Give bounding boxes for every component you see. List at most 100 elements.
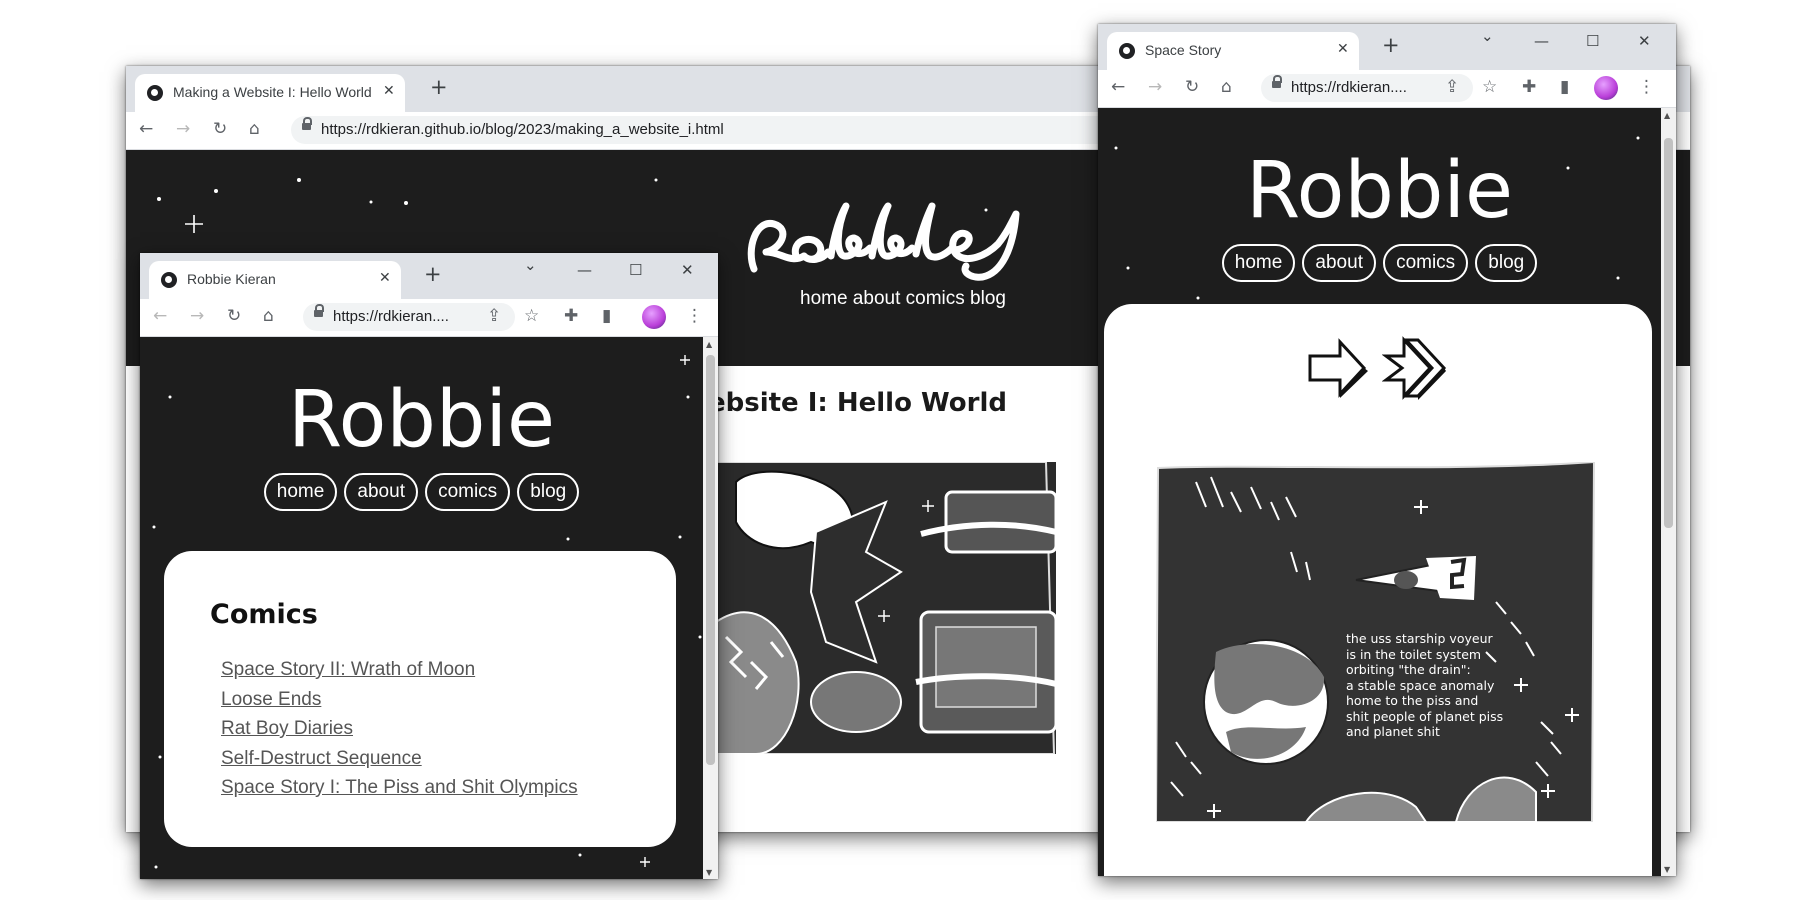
caption-line: is in the toilet system [1346, 646, 1482, 662]
tab-strip: Space Story ✕ + ⌄ — ☐ ✕ [1098, 24, 1676, 70]
address-url: https://rdkieran.github.io/blog/2023/mak… [321, 121, 724, 138]
nav-about-button[interactable]: about [344, 473, 418, 511]
bookmark-star-icon[interactable]: ☆ [524, 306, 539, 326]
tab-title: Robbie Kieran [187, 271, 276, 287]
browser-window-home: Robbie Kieran ✕ + ⌄ — ☐ ✕ ← → ↻ ⌂ https:… [140, 253, 718, 879]
site-nav: home about comics blog [1098, 244, 1661, 282]
extensions-icon[interactable]: ✚ [1522, 77, 1536, 97]
minimize-icon[interactable]: — [577, 261, 592, 279]
nav-blog-button[interactable]: blog [517, 473, 580, 511]
browser-window-space-story: Space Story ✕ + ⌄ — ☐ ✕ ← → ↻ ⌂ https://… [1098, 24, 1676, 876]
side-panel-icon[interactable]: ▮ [602, 306, 611, 326]
tab-title: Space Story [1145, 42, 1222, 58]
nav-home-button[interactable]: home [263, 473, 338, 511]
page-viewport: Robbie home about comics blog Comics Spa… [140, 337, 703, 879]
tab-close-icon[interactable]: ✕ [379, 270, 391, 286]
comic-link[interactable]: Loose Ends [221, 685, 578, 715]
scrollbar[interactable]: ▲ ▼ [1661, 108, 1676, 876]
home-icon[interactable]: ⌂ [1221, 77, 1232, 97]
comic-link[interactable]: Space Story II: Wrath of Moon [221, 655, 578, 685]
scroll-down-arrow-icon[interactable]: ▼ [706, 868, 712, 877]
address-bar[interactable]: https://rdkieran.... [1261, 74, 1473, 102]
nav-comics-button[interactable]: comics [425, 473, 511, 511]
nav-comics-button[interactable]: comics [1383, 244, 1469, 282]
page-viewport: Robbie home about comics blog the uss st… [1098, 108, 1661, 876]
caption-line: the uss starship voyeur [1346, 631, 1493, 646]
comics-list: Space Story II: Wrath of Moon Loose Ends… [221, 655, 578, 803]
scroll-down-arrow-icon[interactable]: ▼ [1664, 865, 1670, 874]
site-favicon-icon [1119, 43, 1135, 59]
minimize-icon[interactable]: — [1534, 32, 1549, 50]
back-icon[interactable]: ← [139, 119, 153, 139]
nav-blog-button[interactable]: blog [1475, 244, 1538, 282]
menu-icon[interactable]: ⋮ [686, 306, 703, 326]
share-icon[interactable]: ⇪ [1445, 77, 1459, 97]
next-page-arrow-icon[interactable] [1306, 336, 1370, 402]
post-title: ebsite I: Hello World [708, 388, 1007, 418]
reload-icon[interactable]: ↻ [213, 119, 227, 139]
site-favicon-icon [147, 85, 163, 101]
back-icon[interactable]: ← [1111, 77, 1125, 97]
maximize-icon[interactable]: ☐ [1586, 32, 1599, 50]
robbie-handwritten-logo [747, 202, 1020, 281]
site-title: Robbie [1245, 146, 1514, 236]
forward-icon[interactable]: → [176, 119, 190, 139]
address-url: https://rdkieran.... [333, 308, 449, 325]
extensions-icon[interactable]: ✚ [564, 306, 578, 326]
maximize-icon[interactable]: ☐ [629, 261, 642, 279]
caption-line: shit people of planet piss [1346, 708, 1504, 724]
last-page-double-arrow-icon[interactable] [1382, 336, 1448, 402]
tab-search-chevron-icon[interactable]: ⌄ [1481, 27, 1494, 45]
tab-strip: Robbie Kieran ✕ + ⌄ — ☐ ✕ [140, 253, 718, 299]
new-tab-button[interactable]: + [424, 264, 442, 285]
blog-nav[interactable]: home about comics blog [800, 288, 1006, 310]
bookmark-star-icon[interactable]: ☆ [1482, 77, 1497, 97]
comics-heading: Comics [210, 599, 318, 630]
caption-line: and planet shit [1346, 724, 1440, 739]
site-favicon-icon [161, 272, 177, 288]
comics-card: Comics Space Story II: Wrath of Moon Loo… [164, 551, 676, 847]
tab-blog-post[interactable]: Making a Website I: Hello World ✕ [135, 74, 405, 112]
close-window-icon[interactable]: ✕ [1638, 32, 1651, 50]
tab-close-icon[interactable]: ✕ [383, 83, 395, 99]
scrollbar-thumb[interactable] [1664, 138, 1673, 528]
comic-link[interactable]: Rat Boy Diaries [221, 714, 578, 744]
comic-link[interactable]: Space Story I: The Piss and Shit Olympic… [221, 773, 578, 803]
tab-space-story[interactable]: Space Story ✕ [1107, 32, 1359, 70]
close-window-icon[interactable]: ✕ [681, 261, 694, 279]
browser-toolbar: ← → ↻ ⌂ https://rdkieran.... ⇪ ☆ ✚ ▮ ⋮ [140, 299, 718, 337]
tab-search-chevron-icon[interactable]: ⌄ [524, 256, 537, 274]
reload-icon[interactable]: ↻ [1185, 77, 1199, 97]
share-icon[interactable]: ⇪ [487, 306, 501, 326]
address-bar[interactable]: https://rdkieran.... [303, 303, 515, 331]
home-icon[interactable]: ⌂ [263, 306, 274, 326]
reload-icon[interactable]: ↻ [227, 306, 241, 326]
tab-robbie-kieran[interactable]: Robbie Kieran ✕ [149, 261, 401, 299]
tab-close-icon[interactable]: ✕ [1337, 41, 1349, 57]
scroll-up-arrow-icon[interactable]: ▲ [1664, 111, 1670, 120]
lock-icon [314, 304, 324, 317]
forward-icon[interactable]: → [190, 306, 204, 326]
caption-line: home to the piss and [1346, 693, 1479, 708]
nav-about-button[interactable]: about [1302, 244, 1376, 282]
comic-card: the uss starship voyeur is in the toilet… [1104, 304, 1652, 876]
profile-avatar[interactable] [1594, 76, 1618, 100]
comic-caption: the uss starship voyeur is in the toilet… [1346, 631, 1503, 740]
lock-icon [302, 117, 312, 130]
profile-avatar[interactable] [642, 305, 666, 329]
new-tab-button[interactable]: + [430, 77, 448, 98]
nav-home-button[interactable]: home [1221, 244, 1296, 282]
scroll-up-arrow-icon[interactable]: ▲ [706, 340, 712, 349]
back-icon[interactable]: ← [153, 306, 167, 326]
scrollbar-thumb[interactable] [706, 355, 715, 765]
comic-link[interactable]: Self-Destruct Sequence [221, 744, 578, 774]
browser-toolbar: ← → ↻ ⌂ https://rdkieran.... ⇪ ☆ ✚ ▮ ⋮ [1098, 70, 1676, 108]
scrollbar[interactable]: ▲ ▼ [703, 337, 718, 879]
home-icon[interactable]: ⌂ [249, 119, 260, 139]
forward-icon[interactable]: → [1148, 77, 1162, 97]
new-tab-button[interactable]: + [1382, 35, 1400, 56]
menu-icon[interactable]: ⋮ [1638, 77, 1655, 97]
caption-line: orbiting "the drain": [1346, 662, 1471, 677]
address-url: https://rdkieran.... [1291, 79, 1407, 96]
side-panel-icon[interactable]: ▮ [1560, 77, 1569, 97]
